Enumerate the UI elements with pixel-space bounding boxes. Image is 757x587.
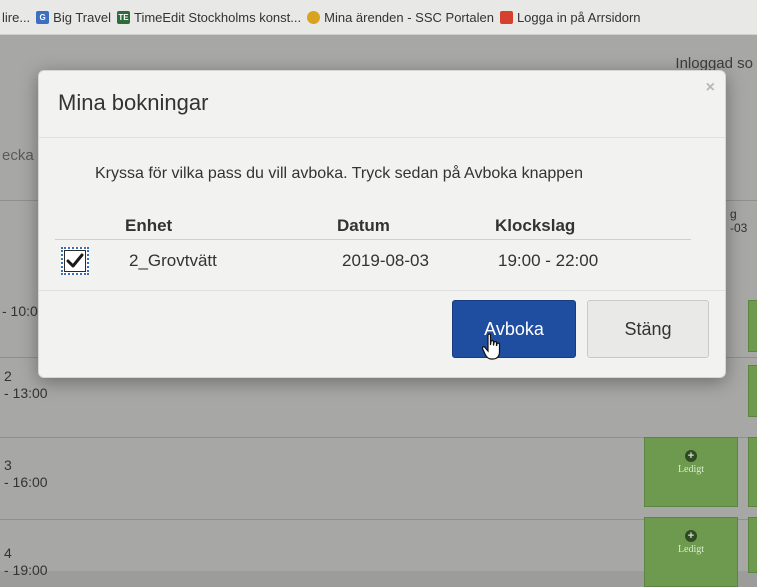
cell-enhet: 2_Grovtvätt xyxy=(129,251,217,270)
bookmark-big-travel[interactable]: G Big Travel xyxy=(36,10,111,25)
bookmark-ssc-portalen[interactable]: Mina ärenden - SSC Portalen xyxy=(307,10,494,25)
hand-cursor-icon xyxy=(481,333,501,360)
bookmark-item[interactable]: lire... xyxy=(2,10,30,25)
bookmark-label: Logga in på Arrsidorn xyxy=(516,9,641,25)
bookmarks-bar: lire... G Big Travel TE TimeEdit Stockho… xyxy=(0,0,757,35)
bookmark-label: lire... xyxy=(2,9,31,25)
free-slot[interactable]: + Ledigt xyxy=(644,517,738,587)
bg-fragment: ecka xyxy=(2,147,34,164)
cell-datum: 2019-08-03 xyxy=(342,251,429,270)
table-row: 2_Grovtvätt 2019-08-03 19:00 - 22:00 xyxy=(55,239,691,283)
instruction-text: Kryssa för vilka pass du vill avboka. Tr… xyxy=(95,165,583,182)
bookmark-timeedit[interactable]: TE TimeEdit Stockholms konst... xyxy=(116,9,302,25)
bookings-modal: Mina bokningar × Kryssa för vilka pass d… xyxy=(38,70,726,378)
table-header: Enhet Datum Klockslag xyxy=(55,213,691,240)
google-icon: G xyxy=(36,10,50,24)
bg-fragment: g xyxy=(730,207,737,221)
cell-klockslag: 19:00 - 22:00 xyxy=(498,251,599,270)
modal-title: Mina bokningar xyxy=(58,90,209,115)
login-icon xyxy=(499,10,513,24)
checkmark-icon xyxy=(64,250,86,272)
time-row: 4 - 19:00 xyxy=(4,545,48,578)
column-header-datum: Datum xyxy=(337,216,390,235)
stang-button[interactable]: Stäng xyxy=(587,300,709,358)
modal-header: Mina bokningar × xyxy=(39,71,725,138)
avboka-button[interactable]: Avboka xyxy=(452,300,576,358)
time-row: - 10:0 xyxy=(2,303,38,319)
column-header-enhet: Enhet xyxy=(125,216,173,235)
close-icon[interactable]: × xyxy=(706,79,715,97)
free-slot[interactable]: + Ledigt xyxy=(644,437,738,507)
plus-circle-icon: + xyxy=(685,530,697,542)
bg-fragment: -03 xyxy=(730,221,748,235)
plus-circle-icon: + xyxy=(685,450,697,462)
bookmark-label: TimeEdit Stockholms konst... xyxy=(133,9,302,25)
bookmark-label: Mina ärenden - SSC Portalen xyxy=(324,9,494,25)
ie-icon xyxy=(307,10,321,24)
bookmark-arrsidor[interactable]: Logga in på Arrsidorn xyxy=(499,9,641,25)
bookmark-label: Big Travel xyxy=(53,9,111,25)
column-header-klockslag: Klockslag xyxy=(495,216,576,235)
timeedit-icon: TE xyxy=(116,10,130,24)
time-row: 3 - 16:00 xyxy=(4,457,48,490)
booking-checkbox[interactable] xyxy=(61,247,89,275)
